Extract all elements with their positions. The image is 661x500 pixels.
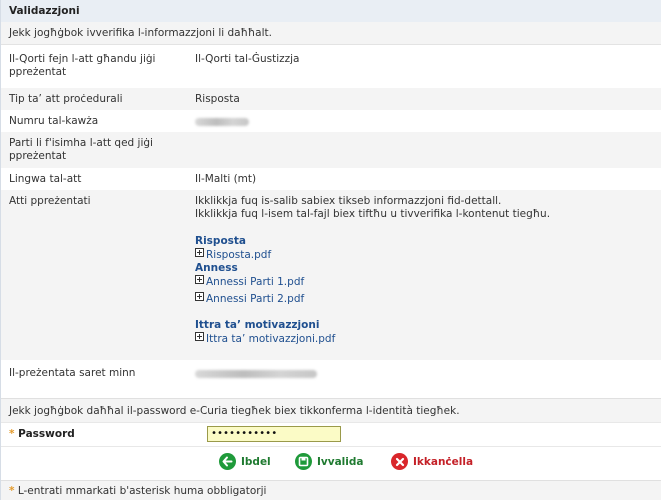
group-title-anness: Anness [195,262,238,274]
field-label-language: Lingwa tal-att [9,173,82,185]
field-value-type: Risposta [195,93,240,105]
field-value-court: Il-Qorti tal-Ġustizzja [195,53,300,65]
back-button-label: Ibdel [241,455,271,468]
field-row-court: Il-Qorti fejn l-att għandu jiġi ppreżent… [1,44,661,88]
group-title-motivation-letter: Ittra ta’ motivazzjoni [195,319,320,331]
panel-header: Validazzjoni [1,0,661,22]
file-item[interactable]: Annessi Parti 2.pdf [195,292,655,306]
field-row-party: Parti li f'isimha l-att qed jiġi ppreżen… [1,132,661,168]
acts-help-1: Ikklikkja fuq is-salib sabiex tikseb inf… [195,195,502,207]
redacted-submitter [195,370,317,378]
file-item[interactable]: Annessi Parti 1.pdf [195,275,655,289]
file-item[interactable]: Risposta.pdf [195,248,655,262]
redacted-case-number [195,118,249,126]
field-row-submitted-by: Il-preżentata saret minn [1,360,661,398]
field-row-case-number: Numru tal-kawża [1,110,661,132]
save-icon [295,453,312,470]
intro-text: Jekk jogħġbok ivverifika l-informazzjoni… [9,27,272,39]
footnote-asterisk: * [9,485,15,497]
password-label-wrap: * Password [9,428,189,441]
field-label-party: Parti li f'isimha l-att qed jiġi ppreżen… [9,137,153,162]
password-field[interactable]: ••••••••••• [207,426,341,442]
footnote-text: L-entrati mmarkati b'asterisk huma obbli… [17,485,267,497]
field-row-acts: Atti ppreżentati Ikklikkja fuq is-salib … [1,190,661,360]
password-row: * Password ••••••••••• [1,422,661,446]
password-label: Password [18,428,75,440]
field-value-case-number [195,117,655,130]
file-link[interactable]: Annessi Parti 2.pdf [206,293,304,305]
file-link[interactable]: Annessi Parti 1.pdf [206,276,304,288]
acts-help-2: Ikklikkja fuq l-isem tal-fajl biex tiftħ… [195,208,551,220]
acts-list: Ikklikkja fuq is-salib sabiex tikseb inf… [195,195,655,346]
back-button[interactable]: Ibdel [219,453,271,470]
cancel-button[interactable]: Ikkanċella [391,453,473,470]
field-label-type: Tip ta’ att proċedurali [9,93,123,105]
password-instruction-row: Jekk jogħġbok daħħal il-password e-Curia… [1,398,661,422]
footnote-row: * L-entrati mmarkati b'asterisk huma obb… [1,480,661,500]
expand-icon[interactable] [195,292,204,301]
password-instruction: Jekk jogħġbok daħħal il-password e-Curia… [9,405,460,417]
arrow-left-icon [219,453,236,470]
button-row: Ibdel Ivvalida Ikkanċella [1,446,661,480]
validate-button[interactable]: Ivvalida [295,453,363,470]
required-asterisk: * [9,428,15,440]
intro-row: Jekk jogħġbok ivverifika l-informazzjoni… [1,22,661,44]
field-value-submitted-by [195,369,655,382]
footnote: * L-entrati mmarkati b'asterisk huma obb… [9,485,649,498]
panel-title: Validazzjoni [9,5,80,17]
file-link[interactable]: Risposta.pdf [206,249,271,261]
expand-icon[interactable] [195,275,204,284]
file-item[interactable]: Ittra ta’ motivazzjoni.pdf [195,332,655,346]
expand-icon[interactable] [195,248,204,257]
field-label-court: Il-Qorti fejn l-att għandu jiġi ppreżent… [9,53,156,78]
field-row-language: Lingwa tal-att Il-Malti (mt) [1,168,661,190]
validate-button-label: Ivvalida [317,455,364,468]
expand-icon[interactable] [195,332,204,341]
field-label-acts: Atti ppreżentati [9,195,91,207]
validation-panel: Validazzjoni Jekk jogħġbok ivverifika l-… [0,0,661,500]
field-label-submitted-by: Il-preżentata saret minn [9,367,136,379]
field-value-language: Il-Malti (mt) [195,173,257,185]
close-icon [391,453,408,470]
file-link[interactable]: Ittra ta’ motivazzjoni.pdf [206,333,335,345]
group-title-risposta: Risposta [195,235,247,247]
cancel-button-label: Ikkanċella [413,455,474,468]
field-row-type: Tip ta’ att proċedurali Risposta [1,88,661,110]
field-label-case-number: Numru tal-kawża [9,115,99,127]
